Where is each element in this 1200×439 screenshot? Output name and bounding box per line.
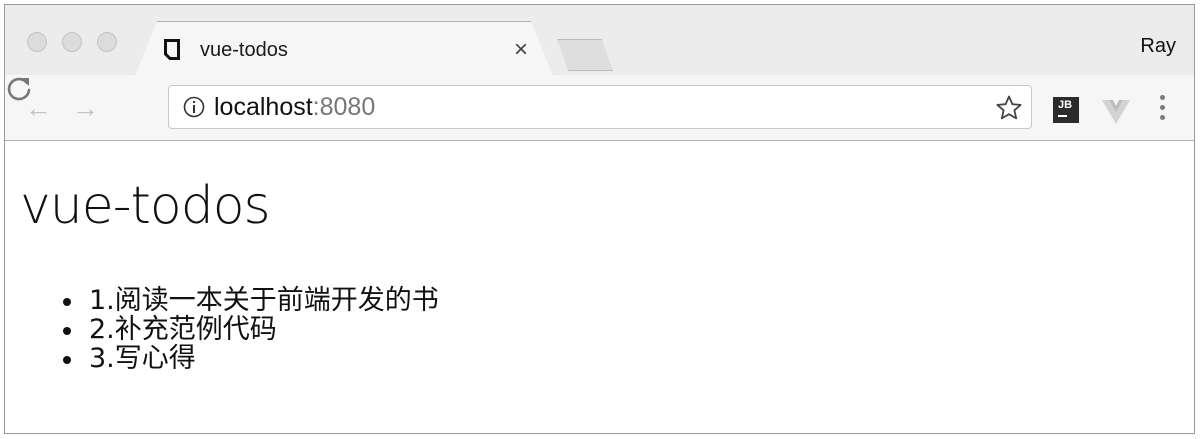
browser-window: vue-todos × Ray ← → localhost:8080 JB vu… [4,4,1195,434]
info-icon[interactable] [183,96,205,118]
minimize-window-button[interactable] [62,32,82,52]
tab-close-icon[interactable]: × [514,36,528,64]
url-port: :8080 [312,93,376,121]
todo-item: 2.补充范例代码 [63,315,439,344]
address-bar[interactable]: localhost:8080 [168,85,1032,129]
favicon-icon [164,39,180,60]
todo-list: 1.阅读一本关于前端开发的书 2.补充范例代码 3.写心得 [63,285,439,373]
todo-item: 1.阅读一本关于前端开发的书 [63,285,439,316]
profile-name[interactable]: Ray [1140,35,1176,58]
tab-title: vue-todos [200,39,288,61]
page-content: vue-todos 1.阅读一本关于前端开发的书 2.补充范例代码 3.写心得 [5,142,1194,433]
new-tab-button[interactable] [557,39,613,71]
toolbar: ← → localhost:8080 JB [5,75,1194,141]
zoom-window-button[interactable] [97,32,117,52]
todo-item: 3.写心得 [63,344,439,373]
menu-icon[interactable] [1157,95,1167,125]
vue-devtools-icon[interactable] [1101,99,1131,125]
page-title: vue-todos [20,176,271,236]
tab-strip: vue-todos × Ray [5,5,1194,75]
url-host: localhost [214,93,313,121]
jetbrains-extension-icon[interactable]: JB [1053,97,1079,123]
url-text[interactable]: localhost:8080 [214,93,375,122]
star-icon[interactable] [995,94,1023,122]
jetbrains-extension-label: JB [1058,99,1073,111]
forward-arrow-icon[interactable]: → [72,93,99,124]
close-window-button[interactable] [27,32,47,52]
tab-vue-todos[interactable]: vue-todos × [135,21,553,76]
back-arrow-icon[interactable]: ← [25,93,52,124]
